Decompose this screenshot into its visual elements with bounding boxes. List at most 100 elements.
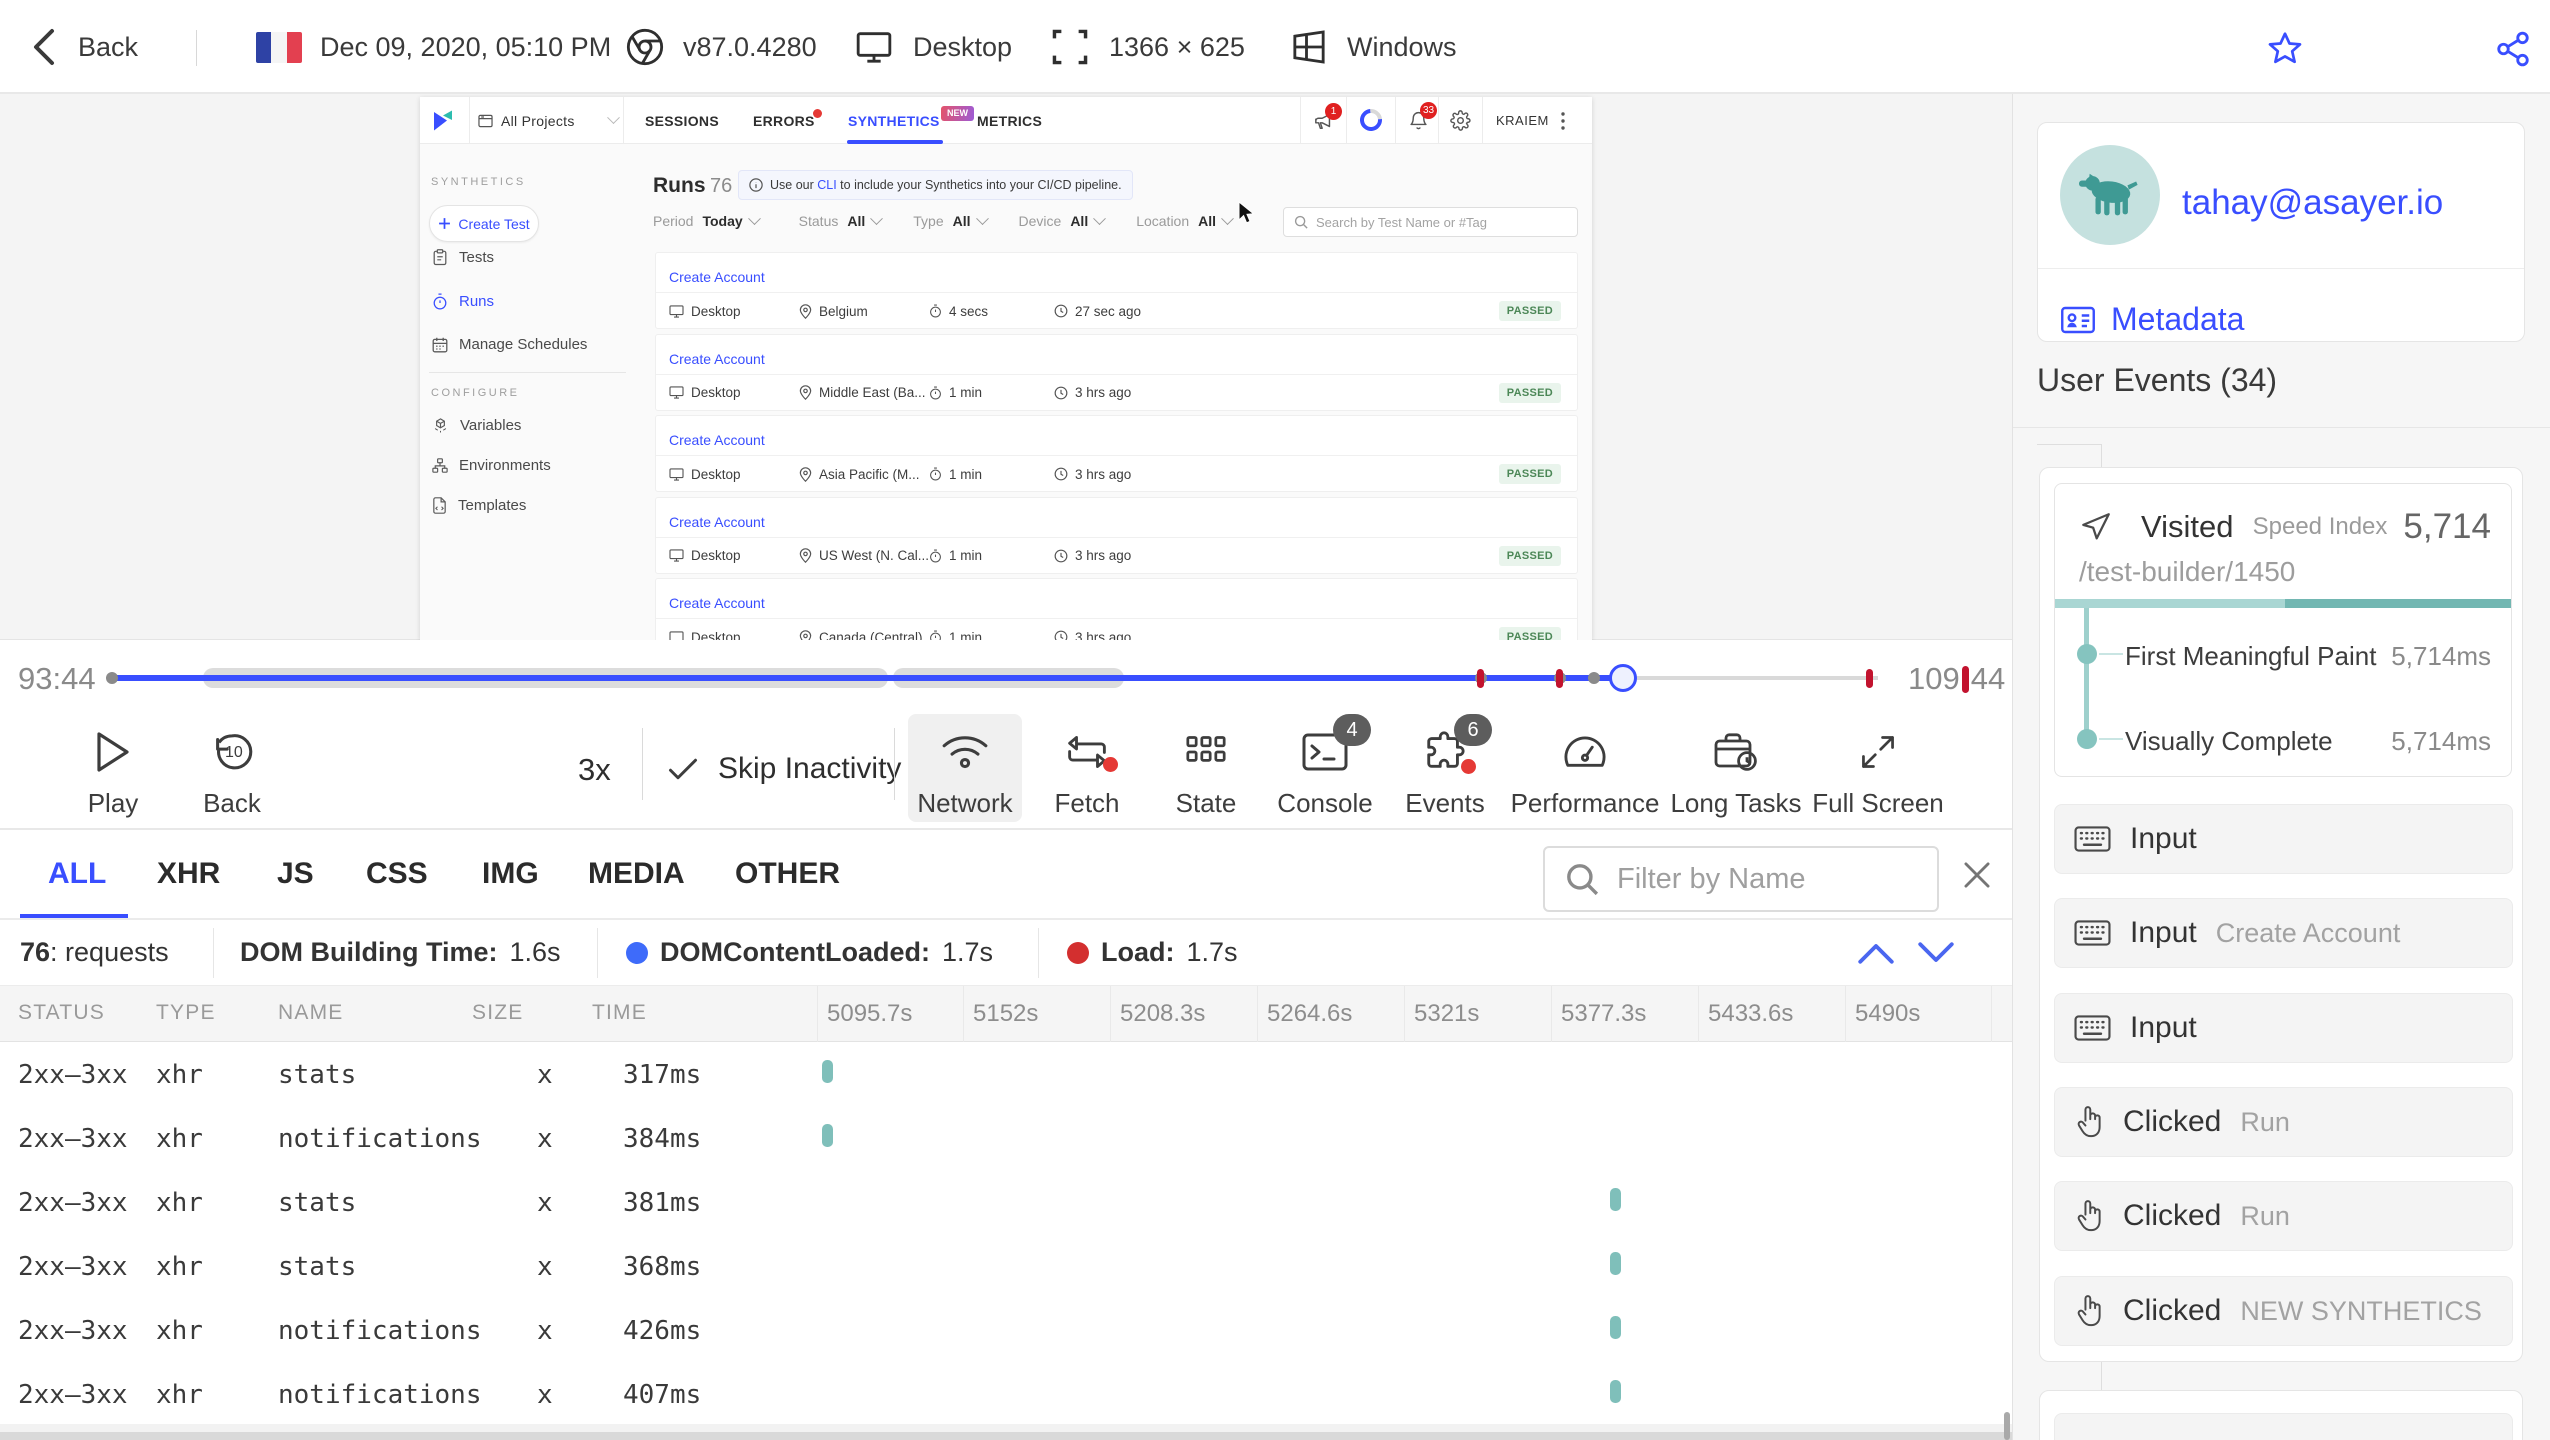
embed-tab-synthetics[interactable]: SYNTHETICS	[848, 97, 940, 144]
embed-create-test-button[interactable]: Create Test	[429, 205, 539, 242]
panel-button-console[interactable]: 4 Console	[1265, 714, 1385, 818]
controls-divider	[894, 728, 895, 800]
table-row[interactable]: 2xx–3xx xhr stats x 317ms	[0, 1042, 2012, 1106]
embed-side-item-templates[interactable]: Templates	[432, 497, 526, 514]
cell-size: x	[537, 1380, 553, 1410]
chevron-left-icon	[34, 29, 54, 65]
tab-other[interactable]: OTHER	[735, 830, 840, 918]
play-button[interactable]: Play	[53, 726, 173, 818]
close-icon[interactable]	[1958, 856, 1996, 894]
embed-side-item-variables[interactable]: Variables	[432, 417, 521, 434]
embed-tab-sessions[interactable]: SESSIONS	[645, 97, 719, 144]
chevron-up-icon[interactable]	[1855, 938, 1897, 968]
timeline-knob[interactable]	[1609, 664, 1637, 692]
tab-media[interactable]: MEDIA	[588, 830, 685, 918]
skip-inactivity-toggle[interactable]: Skip Inactivity	[668, 752, 901, 786]
dcl-dot	[626, 941, 648, 964]
event-item-input[interactable]: Input Create Account	[2054, 898, 2513, 968]
back-button[interactable]: Back	[30, 0, 138, 94]
panel-button-performance[interactable]: Performance	[1511, 726, 1659, 818]
horizontal-scrollbar[interactable]	[0, 1432, 2012, 1440]
replay-stage: All Projects SESSIONS ERRORS SYNTHETICS …	[0, 94, 2012, 640]
panel-button-events[interactable]: 6 Events	[1385, 714, 1505, 818]
embed-side-item-schedules[interactable]: Manage Schedules	[432, 336, 587, 353]
timeline-event-dot[interactable]	[106, 672, 118, 684]
table-row[interactable]: 2xx–3xx xhr notifications x 426ms	[0, 1298, 2012, 1362]
tab-xhr[interactable]: XHR	[157, 830, 220, 918]
filter-device-value[interactable]: All	[1070, 213, 1088, 229]
embed-user-menu[interactable]: KRAIEM	[1496, 97, 1549, 144]
visited-event-card[interactable]: Visited Speed Index 5,714 /test-builder/…	[2054, 483, 2512, 777]
filter-by-name-input[interactable]: Filter by Name	[1543, 846, 1939, 912]
run-name-link[interactable]: Create Account	[669, 269, 765, 285]
vertical-scrollbar-thumb[interactable]	[2004, 1412, 2010, 1440]
tab-css[interactable]: CSS	[366, 830, 428, 918]
chevron-down-icon[interactable]	[1915, 938, 1957, 968]
metadata-button[interactable]: Metadata	[2060, 301, 2244, 338]
col-type: TYPE	[156, 1001, 216, 1024]
run-card[interactable]: Create Account Desktop Canada (Central) …	[655, 578, 1578, 640]
panel-button-network[interactable]: Network	[905, 726, 1025, 818]
event-item-input[interactable]: Input	[2054, 993, 2513, 1063]
run-name-link[interactable]: Create Account	[669, 595, 765, 611]
favorite-star-icon[interactable]	[2267, 30, 2303, 66]
settings-gear-icon[interactable]	[1450, 110, 1471, 131]
timeline-progress	[112, 675, 1623, 681]
run-card[interactable]: Create Account Desktop Belgium 4 secs 27…	[655, 252, 1578, 329]
embed-side-item-tests[interactable]: Tests	[432, 249, 494, 266]
timeline-error-tick[interactable]	[1556, 669, 1563, 688]
run-name-link[interactable]: Create Account	[669, 432, 765, 448]
cell-name: stats	[278, 1060, 357, 1090]
tab-all[interactable]: ALL	[48, 830, 106, 918]
event-item-clicked[interactable]: Clicked NEW SYNTHETICS	[2054, 1276, 2513, 1346]
timeline-error-tick[interactable]	[1477, 669, 1484, 688]
filter-status-value[interactable]: All	[847, 213, 865, 229]
run-card[interactable]: Create Account Desktop Middle East (Ba..…	[655, 333, 1578, 411]
asayer-logo[interactable]	[430, 108, 458, 134]
tab-label: OTHER	[735, 857, 840, 890]
table-row[interactable]: 2xx–3xx xhr stats x 368ms	[0, 1234, 2012, 1298]
embed-tab-errors[interactable]: ERRORS	[753, 97, 815, 144]
run-card[interactable]: Create Account Desktop Asia Pacific (M..…	[655, 415, 1578, 492]
embed-side-item-runs[interactable]: Runs	[432, 293, 494, 310]
long-tasks-icon	[1714, 733, 1757, 771]
run-ago: 3 hrs ago	[1075, 548, 1132, 563]
embed-side-item-environments[interactable]: Environments	[432, 457, 551, 474]
cell-type: xhr	[156, 1124, 203, 1154]
filter-period-value[interactable]: Today	[702, 213, 742, 229]
event-item-clicked[interactable]: Clicked Run	[2054, 1087, 2513, 1157]
filter-type-value[interactable]: All	[953, 213, 971, 229]
run-card[interactable]: Create Account Desktop US West (N. Cal..…	[655, 496, 1578, 574]
back-10-button[interactable]: 10 Back	[172, 726, 292, 818]
timeline-error-tick[interactable]	[1866, 669, 1873, 688]
run-details-row: Desktop US West (N. Cal... 1 min 3 hrs a…	[656, 538, 1577, 574]
embed-project-selector[interactable]: All Projects	[478, 97, 575, 144]
embed-tab-metrics[interactable]: METRICS	[977, 97, 1042, 144]
panel-button-long-tasks[interactable]: Long Tasks	[1666, 726, 1806, 818]
run-name-link[interactable]: Create Account	[669, 351, 765, 367]
cli-link[interactable]: CLI	[817, 178, 836, 192]
tab-img[interactable]: IMG	[482, 830, 539, 918]
panel-button-full-screen[interactable]: Full Screen	[1812, 726, 1944, 818]
run-name-link[interactable]: Create Account	[669, 514, 765, 530]
table-row[interactable]: 2xx–3xx xhr notifications x 384ms	[0, 1106, 2012, 1170]
kebab-menu-icon[interactable]	[1559, 112, 1567, 130]
event-item[interactable]	[2054, 1413, 2513, 1440]
panel-button-fetch[interactable]: Fetch	[1027, 726, 1147, 818]
network-summary: 76: requests DOM Building Time: 1.6s DOMC…	[0, 920, 2012, 986]
event-item-clicked[interactable]: Clicked Run	[2054, 1181, 2513, 1251]
table-row[interactable]: 2xx–3xx xhr stats x 381ms	[0, 1170, 2012, 1234]
metric-dash	[2099, 653, 2123, 655]
filter-location-value[interactable]: All	[1198, 213, 1216, 229]
event-item-input[interactable]: Input	[2054, 804, 2513, 874]
timeline-event-dot[interactable]	[1588, 672, 1600, 684]
table-row[interactable]: 2xx–3xx xhr notifications x 407ms	[0, 1362, 2012, 1426]
tab-js[interactable]: JS	[277, 830, 314, 918]
cell-type: xhr	[156, 1252, 203, 1282]
speed-button[interactable]: 3x	[578, 752, 611, 788]
embed-nav: All Projects SESSIONS ERRORS SYNTHETICS …	[420, 97, 1592, 144]
share-icon[interactable]	[2494, 30, 2532, 68]
panel-button-state[interactable]: State	[1146, 726, 1266, 818]
user-email[interactable]: tahay@asayer.io	[2182, 183, 2443, 223]
embed-search-input[interactable]: Search by Test Name or #Tag	[1283, 207, 1578, 237]
